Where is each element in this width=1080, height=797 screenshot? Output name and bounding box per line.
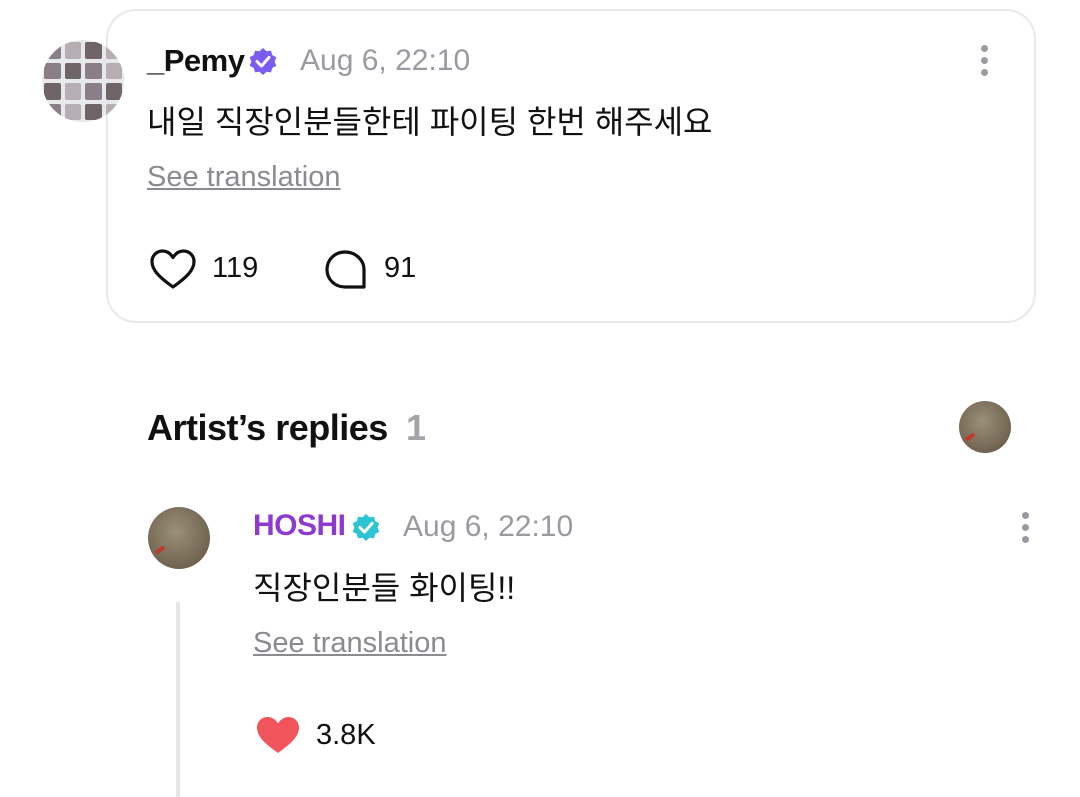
post-date: Aug 6, 22:10	[300, 44, 471, 77]
verified-badge-icon	[249, 48, 277, 75]
reply-date: Aug 6, 22:10	[403, 510, 574, 543]
verified-badge-icon	[352, 514, 380, 541]
user-avatar[interactable]	[42, 40, 124, 122]
like-count: 119	[212, 252, 259, 284]
see-translation-link[interactable]: See translation	[253, 627, 446, 660]
artist-avatar[interactable]	[148, 507, 210, 569]
artist-replies-count: 1	[406, 407, 427, 448]
artist-avatar-small[interactable]	[959, 401, 1011, 453]
heart-outline-icon[interactable]	[149, 248, 197, 290]
more-vertical-icon[interactable]	[981, 45, 989, 81]
comment-count: 91	[384, 252, 417, 284]
heart-filled-icon[interactable]	[254, 714, 302, 756]
post-username[interactable]: _Pemy	[147, 43, 245, 79]
more-vertical-icon[interactable]	[1022, 512, 1030, 548]
comment-bubble-icon[interactable]	[324, 249, 368, 291]
reply-text: 직장인분들 화이팅!!	[253, 570, 516, 606]
post-text: 내일 직장인분들한테 파이팅 한번 해주세요	[147, 104, 713, 140]
artist-username[interactable]: HOSHI	[253, 509, 346, 543]
thread-line	[176, 602, 180, 797]
see-translation-link[interactable]: See translation	[147, 161, 340, 194]
reply-like-count: 3.8K	[316, 719, 376, 751]
artist-replies-title: Artist’s replies	[147, 407, 388, 448]
